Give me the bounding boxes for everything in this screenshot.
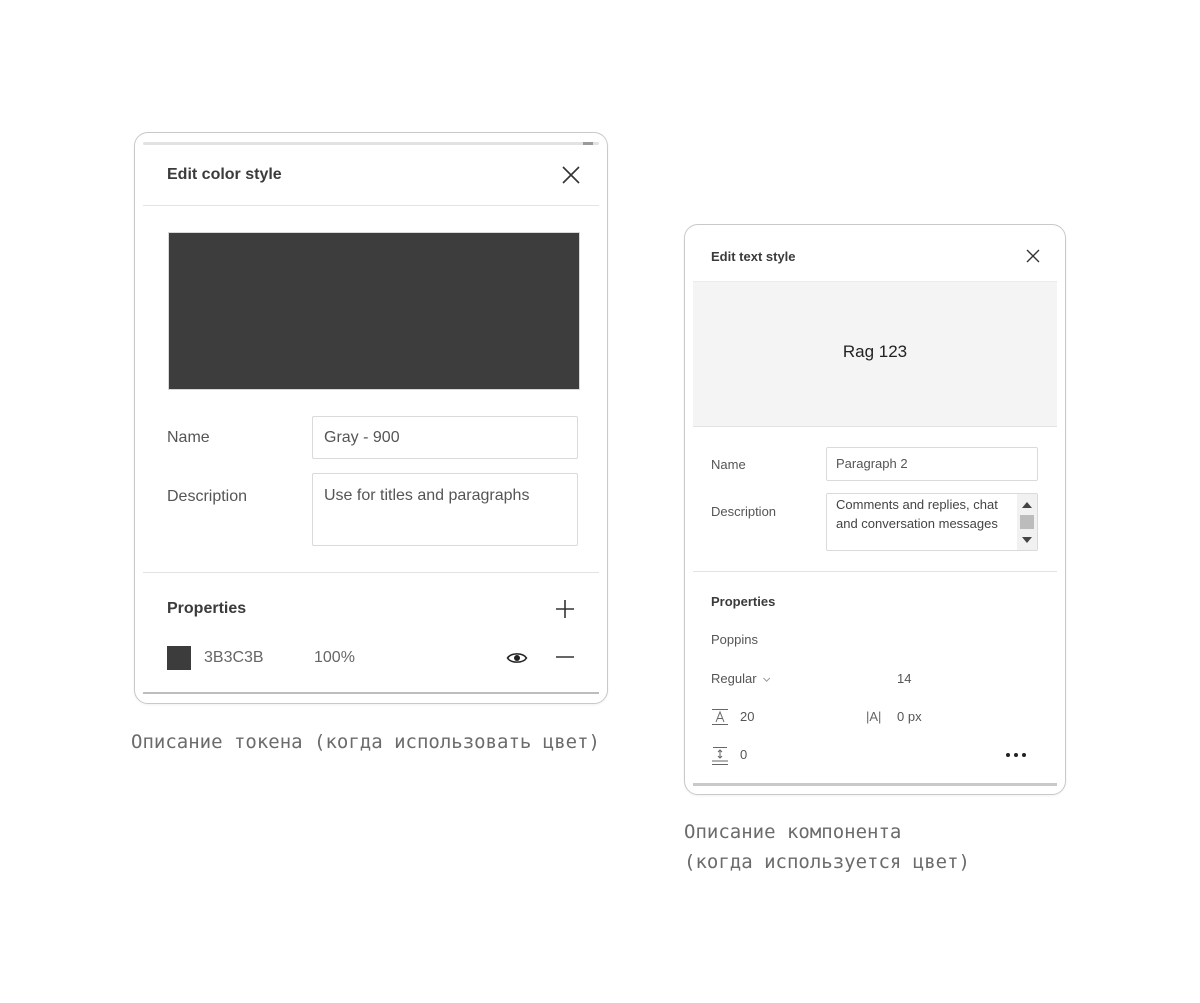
line-height-icon: [711, 708, 729, 726]
font-family-selector[interactable]: Poppins: [711, 632, 758, 647]
edit-color-style-panel: Edit color style Name Gray - 900 Descrip…: [134, 132, 608, 704]
name-input[interactable]: Gray - 900: [312, 416, 578, 459]
description-label: Description: [167, 488, 247, 506]
bottom-scroll-edge: [143, 692, 599, 694]
top-scroll-edge: [143, 142, 599, 145]
name-label: Name: [711, 457, 746, 472]
header-divider: [143, 205, 599, 206]
fill-opacity-value[interactable]: 100%: [314, 649, 355, 667]
panel-title: Edit text style: [711, 249, 796, 264]
fill-hex-value[interactable]: 3B3C3B: [204, 649, 264, 667]
scrollbar-thumb[interactable]: [1020, 515, 1034, 529]
letter-spacing-value[interactable]: 0 px: [897, 709, 922, 724]
preview-sample-text: Rag 123: [693, 342, 1057, 362]
section-divider: [143, 572, 599, 573]
edit-text-style-panel: Edit text style Rag 123 Name Paragraph 2…: [684, 224, 1066, 795]
paragraph-spacing-icon: [711, 746, 729, 766]
font-size-value[interactable]: 14: [897, 671, 911, 686]
name-input[interactable]: Paragraph 2: [826, 447, 1038, 481]
font-weight-value: Regular: [711, 671, 757, 686]
description-textarea[interactable]: Comments and replies, chat and conversat…: [826, 493, 1038, 551]
line-height-value[interactable]: 20: [740, 709, 754, 724]
bottom-scroll-edge: [693, 783, 1057, 786]
section-divider: [693, 571, 1057, 572]
caption-token-description: Описание токена (когда использовать цвет…: [131, 727, 600, 757]
scroll-indicator[interactable]: [583, 142, 593, 145]
close-icon[interactable]: [561, 165, 581, 185]
chevron-down-icon: [763, 675, 770, 682]
letter-spacing-icon: |A|: [866, 709, 881, 724]
description-label: Description: [711, 504, 776, 519]
scroll-down-arrow-icon[interactable]: [1022, 537, 1032, 543]
font-weight-dropdown[interactable]: Regular: [711, 671, 767, 686]
fill-color-chip[interactable]: [167, 646, 191, 670]
paragraph-spacing-value[interactable]: 0: [740, 747, 747, 762]
more-options-icon[interactable]: [1005, 751, 1027, 759]
plus-icon[interactable]: [555, 599, 575, 619]
eye-icon[interactable]: [506, 648, 528, 668]
panel-title: Edit color style: [167, 166, 282, 184]
description-scrollbar[interactable]: [1017, 494, 1037, 550]
properties-heading: Properties: [711, 594, 775, 609]
description-textarea[interactable]: Use for titles and paragraphs: [312, 473, 578, 546]
color-preview-swatch[interactable]: [168, 232, 580, 390]
close-icon[interactable]: [1025, 248, 1041, 264]
minus-icon[interactable]: [554, 647, 576, 667]
text-preview-area: Rag 123: [693, 281, 1057, 427]
scroll-up-arrow-icon[interactable]: [1022, 502, 1032, 508]
caption-component-description: Описание компонента (когда используется …: [684, 817, 970, 877]
name-label: Name: [167, 429, 210, 447]
description-text: Comments and replies, chat and conversat…: [836, 495, 1011, 533]
properties-heading: Properties: [167, 600, 246, 618]
